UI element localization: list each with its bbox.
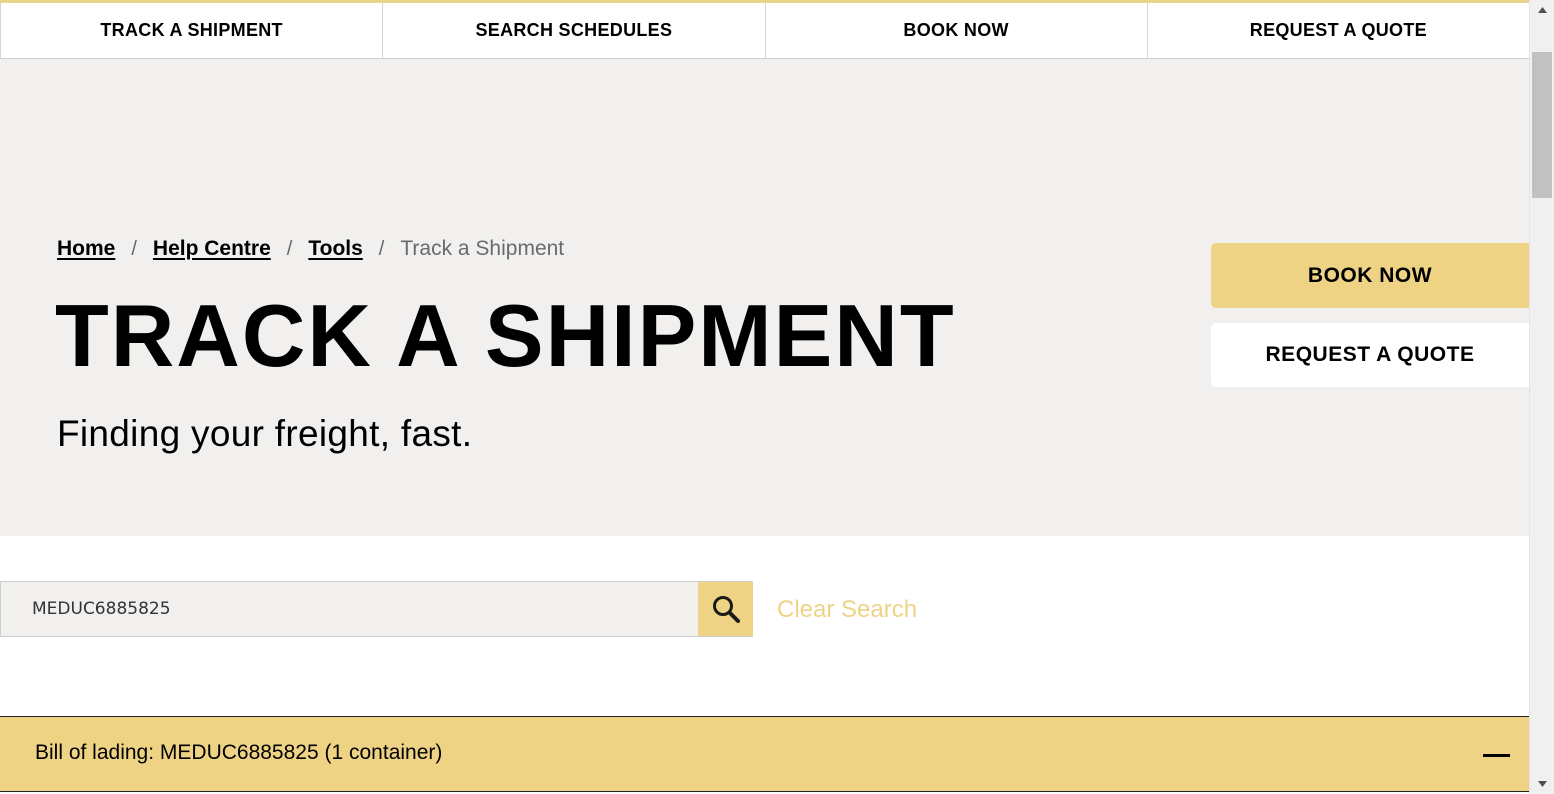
hero-section: Home / Help Centre / Tools / Track a Shi… <box>0 59 1529 536</box>
top-navigation: TRACK A SHIPMENT SEARCH SCHEDULES BOOK N… <box>0 0 1529 59</box>
bill-of-lading-header[interactable]: Bill of lading: MEDUC6885825 (1 containe… <box>0 716 1529 792</box>
breadcrumb-tools[interactable]: Tools <box>308 237 362 261</box>
scrollbar-thumb[interactable] <box>1532 52 1552 198</box>
breadcrumb-help-centre[interactable]: Help Centre <box>153 237 271 261</box>
breadcrumb-separator: / <box>131 237 137 260</box>
page-subtitle: Finding your freight, fast. <box>57 413 473 454</box>
search-button[interactable] <box>698 582 753 636</box>
scroll-down-arrow-icon[interactable] <box>1530 774 1554 794</box>
nav-search-schedules[interactable]: SEARCH SCHEDULES <box>382 3 764 58</box>
minus-icon <box>1482 753 1510 757</box>
search-icon <box>712 596 740 623</box>
scroll-up-arrow-icon[interactable] <box>1530 0 1554 20</box>
breadcrumb-current: Track a Shipment <box>400 237 565 260</box>
nav-track-shipment[interactable]: TRACK A SHIPMENT <box>0 3 382 58</box>
breadcrumb-home[interactable]: Home <box>57 237 115 261</box>
nav-request-quote[interactable]: REQUEST A QUOTE <box>1146 3 1529 58</box>
book-now-button[interactable]: BOOK NOW <box>1211 243 1529 308</box>
clear-search-link[interactable]: Clear Search <box>777 596 917 624</box>
search-box <box>0 581 753 637</box>
vertical-scrollbar[interactable] <box>1529 0 1554 794</box>
collapse-toggle[interactable] <box>1482 745 1510 765</box>
bill-of-lading-label: Bill of lading: MEDUC6885825 (1 containe… <box>35 741 443 764</box>
page: TRACK A SHIPMENT SEARCH SCHEDULES BOOK N… <box>0 0 1529 794</box>
breadcrumb: Home / Help Centre / Tools / Track a Shi… <box>57 237 564 261</box>
search-input[interactable] <box>1 582 698 636</box>
breadcrumb-separator: / <box>378 237 385 260</box>
page-title: TRACK A SHIPMENT <box>55 286 956 385</box>
breadcrumb-separator: / <box>286 237 293 260</box>
request-quote-button[interactable]: REQUEST A QUOTE <box>1211 323 1529 387</box>
nav-book-now[interactable]: BOOK NOW <box>764 3 1147 58</box>
